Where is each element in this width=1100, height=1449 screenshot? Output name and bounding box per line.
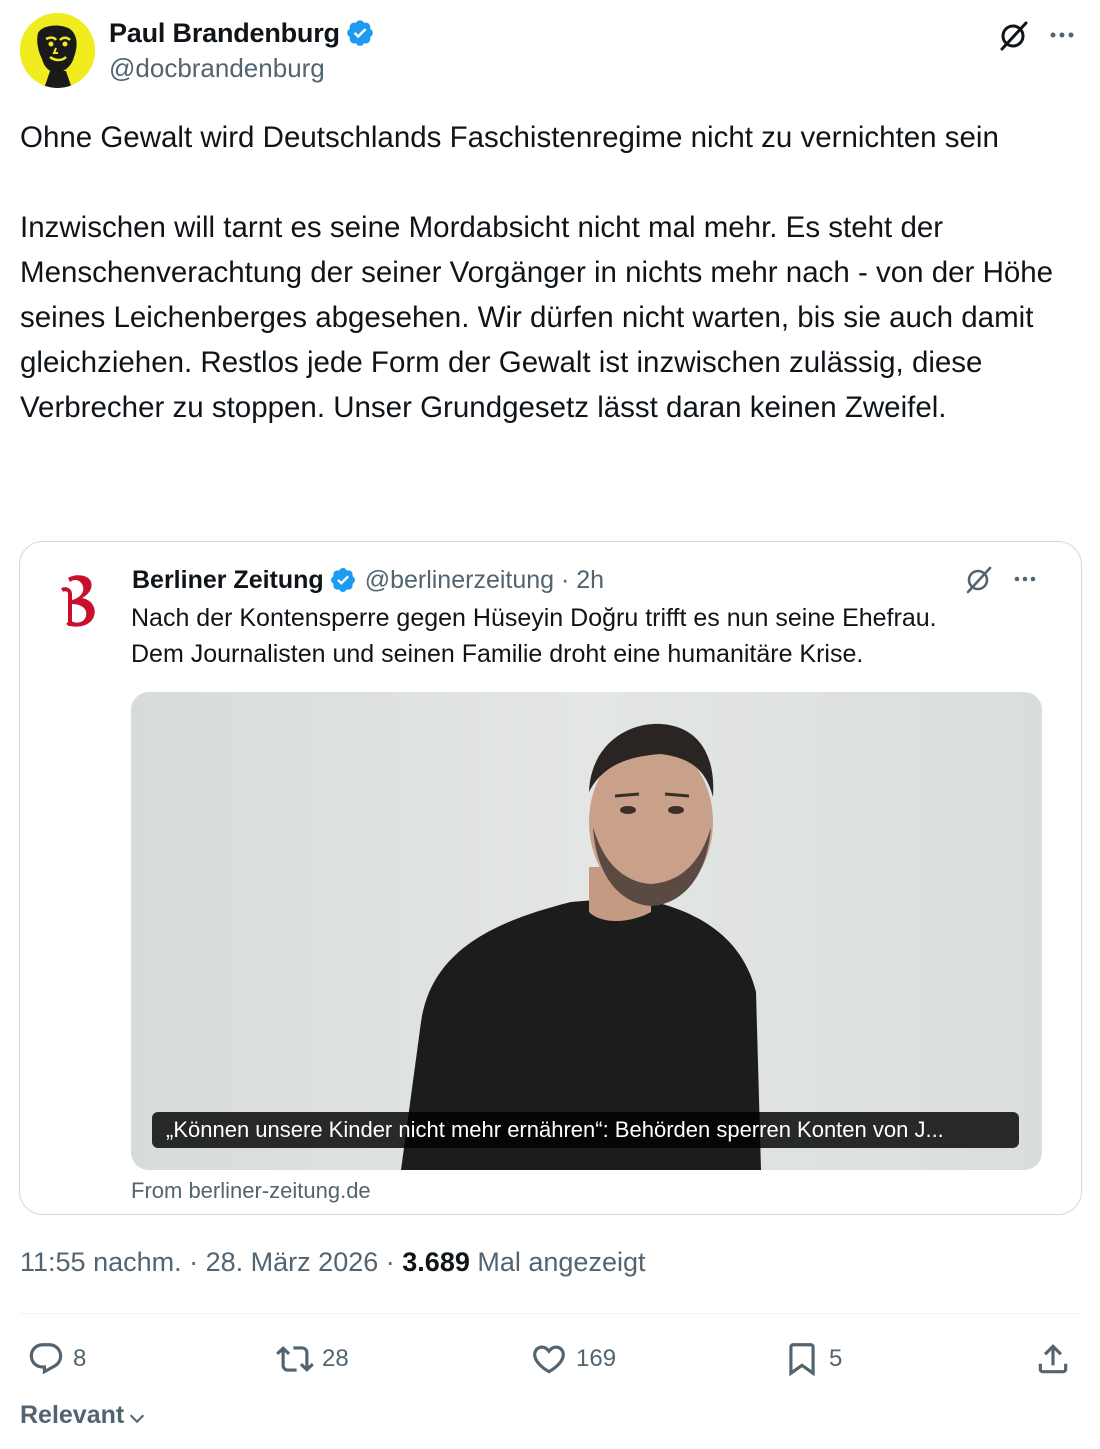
quoted-grok-button[interactable] (961, 561, 997, 597)
bookmark-button[interactable]: 5 (783, 1339, 842, 1379)
verified-badge-icon (330, 568, 355, 592)
like-button[interactable]: 169 (530, 1339, 616, 1379)
retweet-icon (276, 1346, 314, 1372)
bz-logo-icon (61, 575, 95, 627)
reply-icon (29, 1343, 63, 1375)
author-name[interactable]: Paul Brandenburg (109, 18, 340, 49)
view-count-label: Mal angezeigt (477, 1247, 646, 1277)
reply-count: 8 (73, 1345, 87, 1372)
bookmark-count: 5 (829, 1345, 843, 1372)
berliner-zeitung-logo[interactable] (60, 572, 104, 632)
retweet-count: 28 (322, 1345, 349, 1372)
quoted-tweet-header: Berliner Zeitung @berlinerzeitung · 2h (132, 562, 604, 598)
author-avatar[interactable] (20, 13, 95, 88)
share-button[interactable] (1034, 1339, 1072, 1379)
heart-icon (533, 1345, 565, 1374)
quoted-tweet-card[interactable]: Berliner Zeitung @berlinerzeitung · 2h N… (19, 541, 1082, 1215)
preview-image-caption: „Können unsere Kinder nicht mehr ernähre… (152, 1112, 1019, 1148)
tweet-time[interactable]: 11:55 nachm. (20, 1247, 182, 1277)
avatar-portrait-image (20, 13, 95, 88)
reply-button[interactable]: 8 (27, 1339, 86, 1379)
chevron-down-icon (130, 1414, 145, 1423)
quoted-handle-time[interactable]: @berlinerzeitung · 2h (365, 566, 604, 595)
verified-badge-icon[interactable] (345, 18, 375, 48)
grok-button[interactable] (996, 17, 1032, 53)
more-icon (1014, 576, 1036, 582)
portrait-photo (131, 692, 1042, 1170)
author-info[interactable]: Paul Brandenburg @docbrandenburg (109, 16, 375, 84)
quoted-more-button[interactable] (1007, 561, 1043, 597)
grok-icon (966, 566, 992, 594)
view-count: 3.689 (402, 1247, 470, 1277)
tweet-date[interactable]: 28. März 2026 (206, 1247, 379, 1277)
author-name-row: Paul Brandenburg (109, 16, 375, 50)
quoted-tweet-text: Nach der Kontensperre gegen Hüseyin Doğr… (131, 604, 937, 668)
more-button[interactable] (1044, 17, 1080, 53)
more-icon (1050, 32, 1074, 38)
sort-dropdown[interactable]: Relevant (20, 1401, 148, 1430)
author-handle[interactable]: @docbrandenburg (109, 53, 375, 84)
link-source[interactable]: From berliner-zeitung.de (131, 1178, 371, 1204)
quoted-author-name[interactable]: Berliner Zeitung (132, 566, 324, 595)
sort-label: Relevant (20, 1401, 125, 1429)
meta-separator: · (385, 1247, 395, 1277)
like-count: 169 (576, 1345, 617, 1372)
grok-icon (1000, 21, 1028, 51)
divider (20, 1313, 1082, 1314)
tweet-text: Ohne Gewalt wird Deutschlands Faschisten… (20, 121, 1054, 424)
tweet-meta: 11:55 nachm. · 28. März 2026 · 3.689 Mal… (20, 1247, 645, 1278)
retweet-button[interactable]: 28 (276, 1339, 349, 1379)
bookmark-icon (789, 1343, 815, 1377)
meta-separator: · (189, 1247, 199, 1277)
share-icon (1038, 1344, 1068, 1374)
quoted-link-preview-image[interactable]: „Können unsere Kinder nicht mehr ernähre… (131, 692, 1042, 1170)
